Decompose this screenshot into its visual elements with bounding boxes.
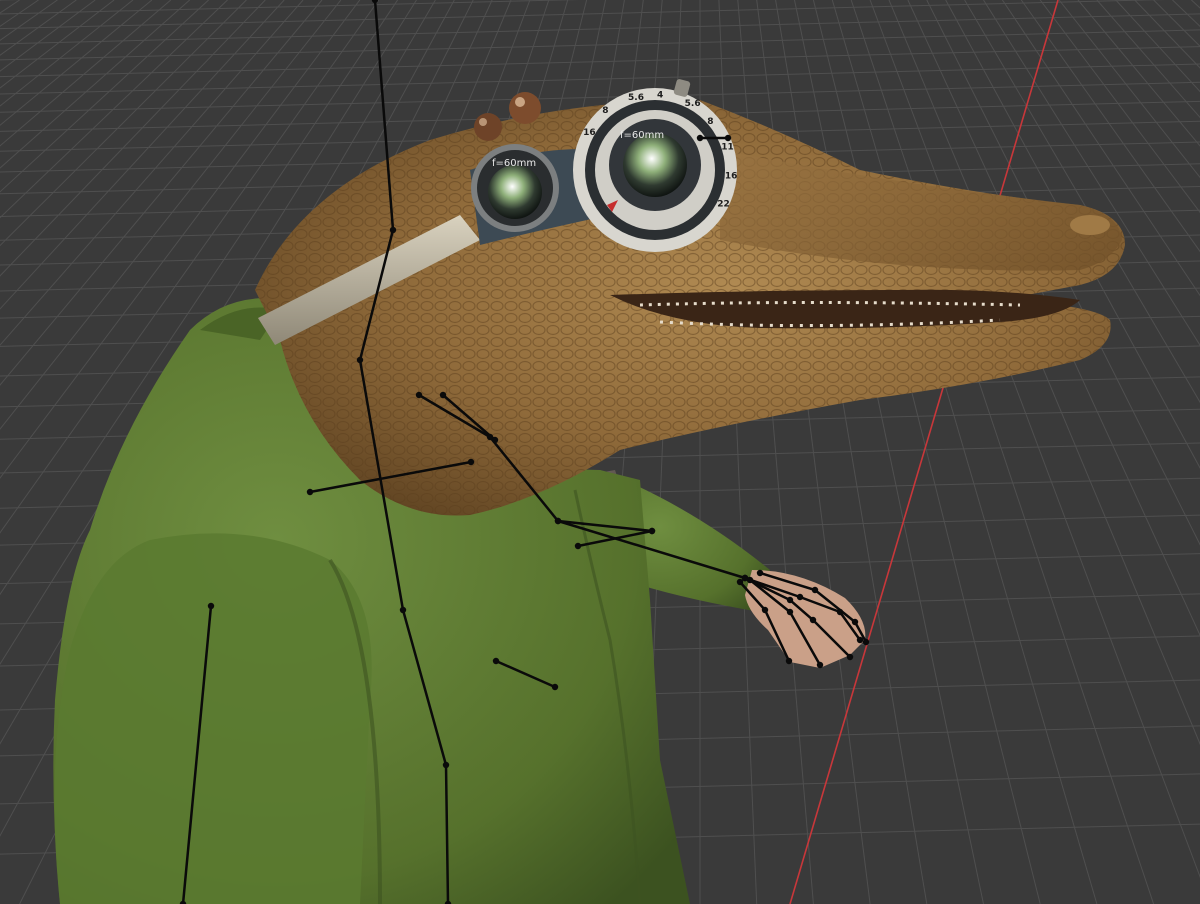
grid-line: [1058, 0, 1200, 179]
armature-joint[interactable]: [746, 576, 754, 584]
grid-line: [983, 0, 1200, 347]
viewport-canvas[interactable]: f=60mm f=60mm 16 8 5.6 4 5.6 8 11 16 22: [0, 0, 1200, 904]
dial-ring-number: 4: [657, 90, 663, 100]
armature-joint[interactable]: [551, 683, 559, 691]
armature-joint[interactable]: [736, 578, 744, 586]
armature-joint[interactable]: [415, 391, 423, 399]
armature-joint[interactable]: [786, 596, 794, 604]
armature-joint[interactable]: [724, 134, 732, 142]
grid-line: [0, 46, 1200, 78]
grid-line: [1077, 0, 1200, 147]
grid-line: [0, 63, 1200, 95]
armature-joint[interactable]: [811, 586, 819, 594]
armature-joint[interactable]: [761, 606, 769, 614]
grid-line: [1153, 0, 1200, 47]
grid-line: [1096, 0, 1200, 119]
grid-line: [964, 0, 1200, 404]
armature-joint[interactable]: [696, 134, 704, 142]
armature-joint[interactable]: [399, 606, 407, 614]
armature-joint[interactable]: [306, 488, 314, 496]
grid-line: [0, 0, 58, 41]
eye-bump-left: [474, 113, 502, 141]
dial-ring-number: 5.6: [685, 99, 701, 109]
grid-line: [907, 0, 1200, 637]
armature-joint[interactable]: [648, 527, 656, 535]
armature-joint[interactable]: [442, 761, 450, 769]
armature-joint[interactable]: [207, 602, 215, 610]
grid-line: [0, 0, 1, 2]
armature-joint[interactable]: [389, 226, 397, 234]
eye-bump-right: [509, 92, 541, 124]
right-lens-label: f=60mm: [620, 130, 664, 141]
left-lens-label: f=60mm: [492, 158, 536, 169]
armature-joint[interactable]: [851, 618, 859, 626]
dial-ring-number: 5.6: [628, 93, 644, 103]
dial-ring-number: 16: [725, 171, 738, 181]
armature-joint[interactable]: [862, 638, 870, 646]
3d-viewport[interactable]: f=60mm f=60mm 16 8 5.6 4 5.6 8 11 16 22: [0, 0, 1200, 904]
dial-ring-number: 22: [717, 199, 730, 209]
armature-joint[interactable]: [439, 391, 447, 399]
armature-joint[interactable]: [856, 636, 864, 644]
armature-joint[interactable]: [491, 436, 499, 444]
grid-line: [945, 0, 1200, 469]
grid-line: [1001, 0, 1200, 297]
grid-line: [1191, 0, 1200, 9]
armature-joint[interactable]: [809, 616, 817, 624]
grid-line: [869, 0, 1200, 879]
dial-ring-number: 8: [707, 117, 713, 127]
grid-line: [850, 0, 1155, 904]
dial-ring-number: 8: [602, 106, 608, 116]
grid-line: [831, 0, 1098, 904]
armature-joint[interactable]: [554, 517, 562, 525]
armature-joint[interactable]: [785, 657, 793, 665]
armature-joint[interactable]: [756, 569, 764, 577]
goggle-lens-left: f=60mm: [471, 144, 559, 232]
grid-line: [1115, 0, 1200, 93]
grid-line: [1172, 0, 1200, 27]
armature-joint[interactable]: [816, 661, 824, 669]
grid-line: [0, 0, 20, 14]
armature-joint[interactable]: [846, 653, 854, 661]
armature-joint[interactable]: [796, 593, 804, 601]
armature-joint[interactable]: [786, 608, 794, 616]
goggle-lens-right: f=60mm 16 8 5.6 4 5.6 8 11 16 22: [573, 79, 738, 252]
grid-line: [0, 13, 1200, 45]
dial-ring-number: 11: [721, 143, 734, 153]
armature-joint[interactable]: [356, 356, 364, 364]
grid-line: [1020, 0, 1200, 253]
armature-joint[interactable]: [492, 657, 500, 665]
armature-joint[interactable]: [467, 458, 475, 466]
grid-line: [1039, 0, 1200, 214]
dial-ring-number: 16: [583, 128, 596, 138]
grid-line: [0, 0, 581, 15]
armature-joint[interactable]: [574, 542, 582, 550]
